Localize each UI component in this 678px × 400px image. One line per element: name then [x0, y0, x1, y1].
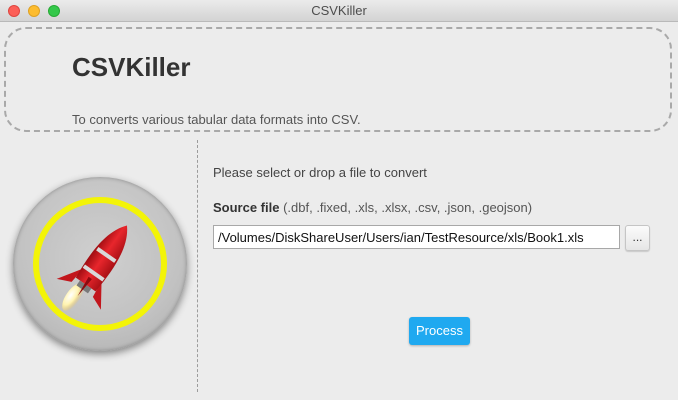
app-name-heading: CSVKiller — [72, 52, 191, 82]
source-file-title: Source file — [213, 200, 280, 215]
window-title: CSVKiller — [311, 3, 367, 18]
vertical-divider — [197, 140, 198, 392]
title-bar[interactable]: CSVKiller — [0, 0, 678, 22]
source-file-label: Source file (.dbf, .fixed, .xls, .xlsx, … — [213, 200, 532, 215]
app-window: CSVKiller CSVKiller To converts various … — [0, 0, 678, 400]
app-logo — [13, 177, 187, 351]
rocket-icon — [56, 225, 128, 311]
source-file-formats: (.dbf, .fixed, .xls, .xlsx, .csv, .json,… — [279, 200, 533, 215]
browse-button[interactable]: ... — [625, 225, 650, 251]
app-description: To converts various tabular data formats… — [72, 112, 361, 127]
drop-prompt: Please select or drop a file to convert — [213, 165, 427, 180]
process-button[interactable]: Process — [409, 317, 470, 345]
source-file-path-input[interactable] — [213, 225, 620, 249]
